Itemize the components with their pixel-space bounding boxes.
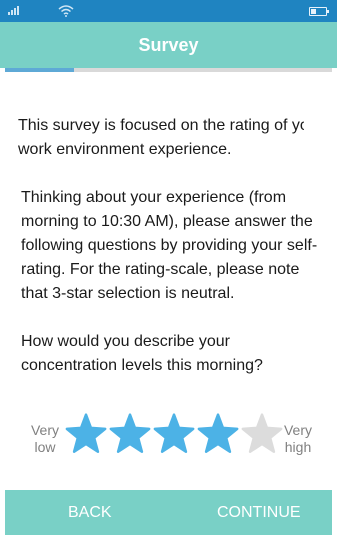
status-bar <box>0 0 337 22</box>
instructions-paragraph: Thinking about your experience (from mor… <box>21 189 318 302</box>
signal-icon <box>8 6 19 15</box>
star-5-icon[interactable] <box>241 413 283 455</box>
rating-high-label: Very high <box>283 422 312 455</box>
star-1-icon[interactable] <box>65 413 107 455</box>
rating-low-label: Very low <box>30 422 59 455</box>
redaction-box <box>304 115 324 137</box>
battery-icon <box>309 7 329 16</box>
progress-bar <box>5 68 332 72</box>
star-3-icon[interactable] <box>153 413 195 455</box>
page-title: Survey <box>138 34 199 55</box>
wifi-icon <box>58 5 74 17</box>
progress-fill <box>5 68 74 72</box>
bottom-navigation: BACK CONTINUE <box>5 490 332 535</box>
back-button[interactable]: BACK <box>68 490 112 535</box>
star-rating: Very low Very high <box>0 410 337 460</box>
app-bar: Survey <box>0 22 337 68</box>
question-text: How would you describe your concentratio… <box>21 333 263 374</box>
star-4-icon[interactable] <box>197 413 239 455</box>
continue-button[interactable]: CONTINUE <box>217 490 301 535</box>
survey-content: This survey is focused on the rating of … <box>18 114 326 402</box>
intro-text: This survey is focused on the rating of … <box>18 117 324 158</box>
star-2-icon[interactable] <box>109 413 151 455</box>
intro-paragraph: This survey is focused on the rating of … <box>18 114 326 162</box>
